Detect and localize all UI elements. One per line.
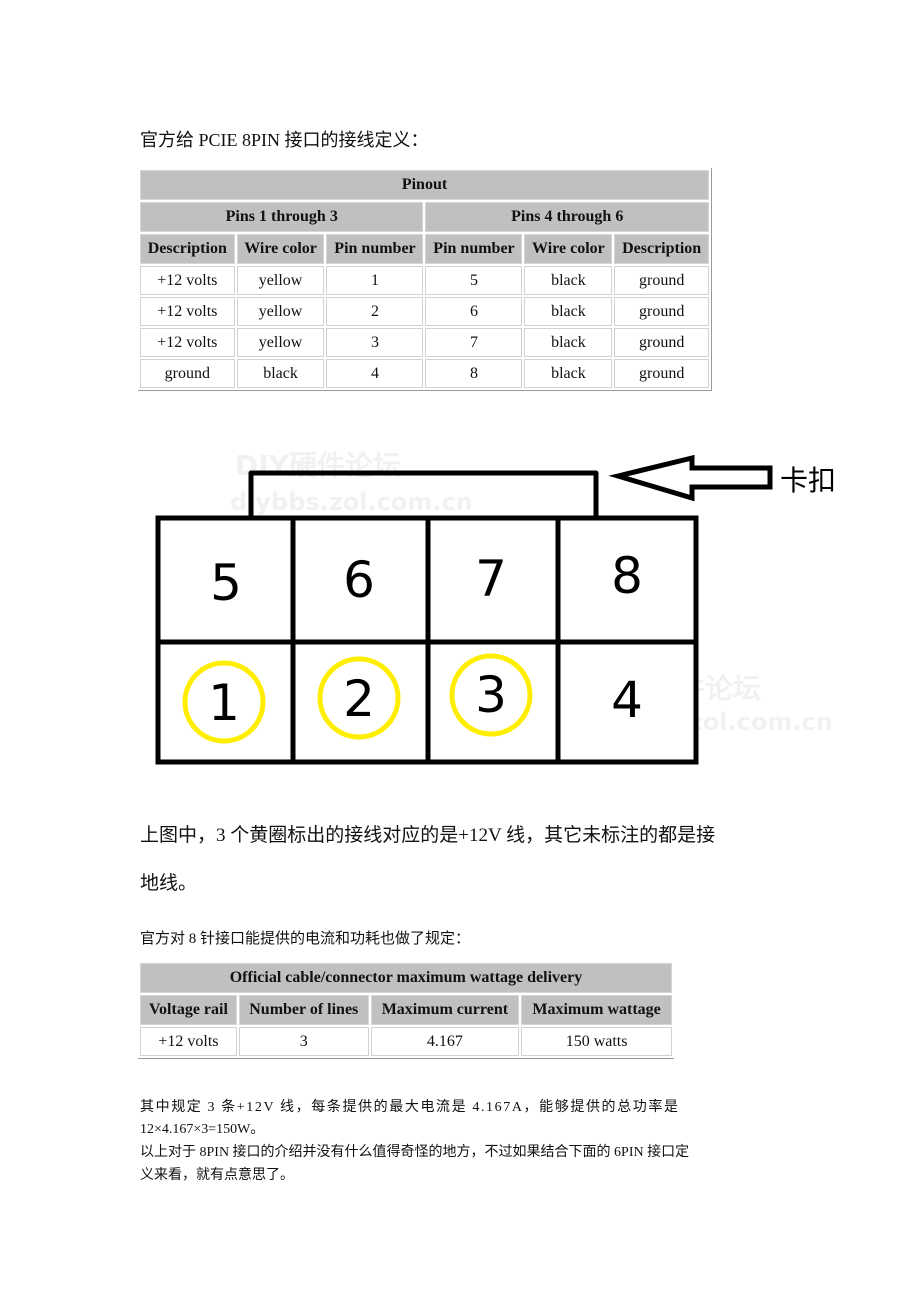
table-cell: +12 volts bbox=[140, 328, 235, 357]
table-cell: black bbox=[524, 297, 613, 326]
table-cell: ground bbox=[614, 266, 709, 295]
table-cell: ground bbox=[614, 328, 709, 357]
table-cell: 4 bbox=[326, 359, 424, 388]
wattage-title-row: Official cable/connector maximum wattage… bbox=[140, 963, 672, 993]
note-paragraph: 12×4.167×3=150W。 bbox=[140, 1122, 265, 1137]
wattage-column-header-row: Voltage rail Number of lines Maximum cur… bbox=[140, 995, 672, 1025]
table-cell: black bbox=[236, 359, 325, 388]
pinout-title: Pinout bbox=[140, 170, 709, 200]
wattage-table: Official cable/connector maximum wattage… bbox=[138, 961, 674, 1059]
table-cell: 8 bbox=[425, 359, 523, 388]
column-header: Wire color bbox=[524, 234, 613, 264]
column-header: Voltage rail bbox=[140, 995, 237, 1025]
pin-label: 7 bbox=[475, 550, 507, 608]
column-header: Description bbox=[614, 234, 709, 264]
table-cell: 2 bbox=[326, 297, 424, 326]
table-cell: black bbox=[524, 266, 613, 295]
pinout-column-header-row: Description Wire color Pin number Pin nu… bbox=[140, 234, 709, 264]
column-header: Pin number bbox=[425, 234, 523, 264]
column-header: Pin number bbox=[326, 234, 424, 264]
table-row: ground black 4 8 black ground bbox=[140, 359, 709, 388]
table-cell: ground bbox=[614, 359, 709, 388]
pinout-title-row: Pinout bbox=[140, 170, 709, 200]
pin-label: 4 bbox=[611, 671, 643, 729]
column-header: Maximum wattage bbox=[521, 995, 672, 1025]
pin-label: 5 bbox=[210, 554, 242, 612]
table-cell: 7 bbox=[425, 328, 523, 357]
table-cell: ground bbox=[614, 297, 709, 326]
group-header-pins-1-3: Pins 1 through 3 bbox=[140, 202, 424, 232]
pin-label: 6 bbox=[343, 551, 375, 609]
watermark-url: diybbs.zol.com.cn bbox=[230, 488, 473, 516]
table-cell: 6 bbox=[425, 297, 523, 326]
table-cell: 150 watts bbox=[521, 1027, 672, 1056]
table-row: +12 volts yellow 3 7 black ground bbox=[140, 328, 709, 357]
spec-intro-paragraph: 官方对 8 针接口能提供的电流和功耗也做了规定： bbox=[140, 931, 471, 947]
arrow-left-icon bbox=[608, 454, 773, 502]
table-cell: 4.167 bbox=[370, 1027, 520, 1056]
table-cell: ground bbox=[140, 359, 235, 388]
table-row: +12 volts yellow 2 6 black ground bbox=[140, 297, 709, 326]
pinout-table: Pinout Pins 1 through 3 Pins 4 through 6… bbox=[138, 168, 712, 391]
table-cell: 3 bbox=[238, 1027, 369, 1056]
table-cell: 1 bbox=[326, 266, 424, 295]
note-paragraph: 义来看，就有点意思了。 bbox=[140, 1168, 294, 1183]
column-header: Wire color bbox=[236, 234, 325, 264]
table-cell: yellow bbox=[236, 297, 325, 326]
table-cell: yellow bbox=[236, 266, 325, 295]
wattage-title: Official cable/connector maximum wattage… bbox=[140, 963, 672, 993]
description-paragraph: 地线。 bbox=[140, 873, 198, 894]
description-paragraph: 上图中，3 个黄圈标出的接线对应的是+12V 线，其它未标注的都是接 bbox=[140, 825, 716, 846]
watermark-title: DIY硬件论坛 bbox=[235, 449, 401, 482]
column-header: Maximum current bbox=[370, 995, 520, 1025]
note-paragraph: 其中规定 3 条+12V 线，每条提供的最大电流是 4.167A，能够提供的总功… bbox=[140, 1100, 680, 1115]
pin-label: 2 bbox=[343, 670, 375, 728]
pin-label: 1 bbox=[208, 674, 240, 732]
latch-label: 卡扣 bbox=[780, 464, 836, 497]
column-header: Number of lines bbox=[238, 995, 369, 1025]
table-cell: yellow bbox=[236, 328, 325, 357]
pin-label: 8 bbox=[611, 547, 643, 605]
table-cell: +12 volts bbox=[140, 266, 235, 295]
table-cell: black bbox=[524, 328, 613, 357]
table-row: +12 volts 3 4.167 150 watts bbox=[140, 1027, 672, 1056]
group-header-pins-4-6: Pins 4 through 6 bbox=[425, 202, 709, 232]
pin-label: 3 bbox=[475, 666, 507, 724]
connector-diagram: DIY硬件论坛 diybbs.zol.com.cn DIY硬件论坛 diybbs… bbox=[155, 449, 836, 765]
table-row: +12 volts yellow 1 5 black ground bbox=[140, 266, 709, 295]
intro-paragraph: 官方给 PCIE 8PIN 接口的接线定义： bbox=[140, 130, 429, 150]
note-paragraph: 以上对于 8PIN 接口的介绍并没有什么值得奇怪的地方，不过如果结合下面的 6P… bbox=[140, 1145, 690, 1160]
pinout-group-row: Pins 1 through 3 Pins 4 through 6 bbox=[140, 202, 709, 232]
table-cell: 3 bbox=[326, 328, 424, 357]
table-cell: black bbox=[524, 359, 613, 388]
table-cell: +12 volts bbox=[140, 1027, 237, 1056]
table-cell: +12 volts bbox=[140, 297, 235, 326]
table-cell: 5 bbox=[425, 266, 523, 295]
column-header: Description bbox=[140, 234, 235, 264]
